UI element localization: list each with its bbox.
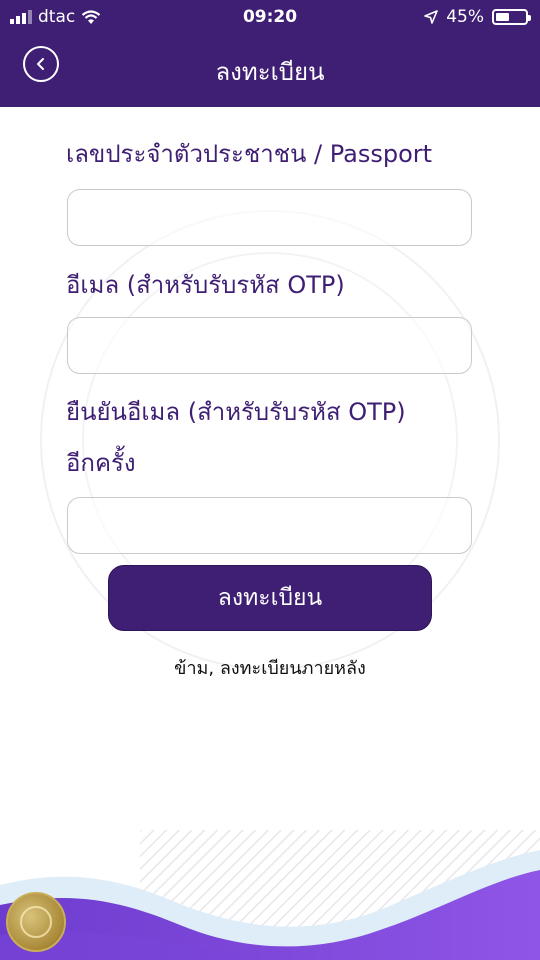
header-bar: dtac 09:20 45% ลงทะเบียน <box>0 0 540 107</box>
skip-link[interactable]: ข้าม, ลงทะเบียนภายหลัง <box>0 653 540 682</box>
id-label: เลขประจำตัวประชาชน / Passport <box>66 140 433 168</box>
confirm-email-label-line2: อีกครั้ง <box>66 449 136 477</box>
status-bar: dtac 09:20 45% <box>0 0 540 34</box>
confirm-email-field[interactable] <box>67 497 472 554</box>
battery-percent: 45% <box>446 7 484 27</box>
email-input[interactable] <box>68 318 471 373</box>
confirm-email-input[interactable] <box>68 498 471 553</box>
id-input[interactable] <box>68 190 471 245</box>
battery-icon <box>492 9 531 25</box>
confirm-email-label: ยืนยันอีเมล (สำหรับรับรหัส OTP) <box>66 398 406 426</box>
emblem-seal-icon <box>6 892 66 952</box>
page-title: ลงทะเบียน <box>215 58 325 86</box>
email-label: อีเมล (สำหรับรับรหัส OTP) <box>66 271 345 299</box>
location-arrow-icon <box>424 10 439 24</box>
battery-fill <box>496 13 509 21</box>
register-button[interactable]: ลงทะเบียน <box>108 565 432 631</box>
email-field[interactable] <box>67 317 472 374</box>
footer-wave-decoration <box>0 830 540 960</box>
status-right: 45% <box>424 7 531 27</box>
id-field[interactable] <box>67 189 472 246</box>
